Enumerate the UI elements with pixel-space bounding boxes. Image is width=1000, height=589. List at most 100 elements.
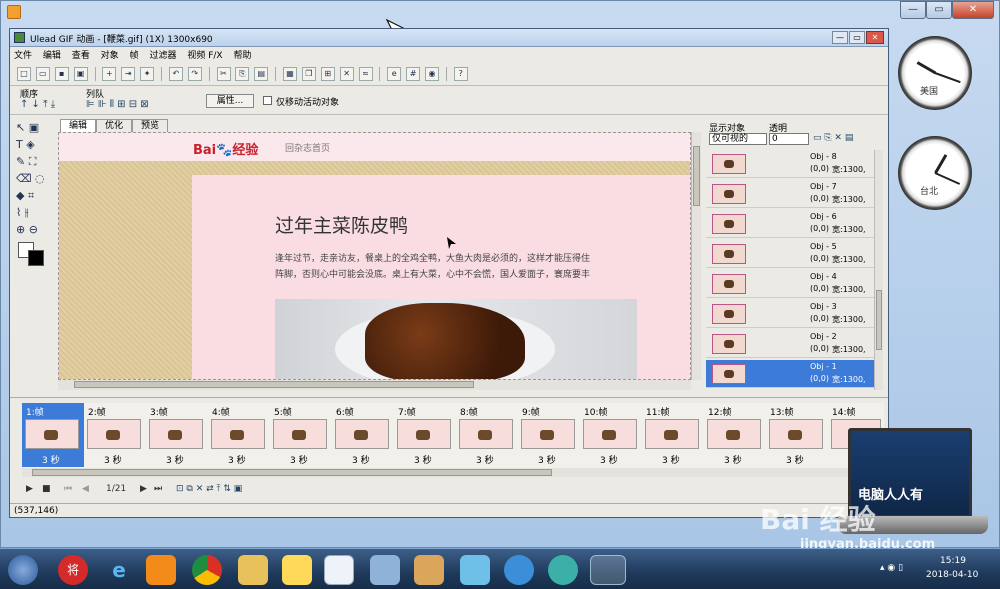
panel-buttons[interactable]: ▭ ⎘ ✕ ▤ [813, 133, 853, 143]
paste-icon[interactable]: ▤ [254, 67, 269, 81]
clock-gadget-usa[interactable]: 美国 [898, 36, 972, 110]
frame-item[interactable]: 13:帧 3 秒 [766, 403, 828, 467]
grid-icon[interactable]: # [406, 67, 421, 81]
object-row[interactable]: Obj - 3 (0,0) 宽:1300, [706, 300, 874, 328]
app-minimize-button[interactable]: — [832, 31, 848, 44]
pick-tool-icon[interactable]: ↖ ▣ [16, 119, 54, 136]
taskbar-app-red-icon[interactable]: 将 [58, 555, 88, 585]
restore-button[interactable]: ▭ [926, 1, 952, 19]
text-tool-icon[interactable]: T ◈ [16, 136, 54, 153]
cut-icon[interactable]: ✂ [216, 67, 231, 81]
frame-item[interactable]: 3:帧 3 秒 [146, 403, 208, 467]
tab-optimize[interactable]: 优化 [96, 119, 132, 133]
open-icon[interactable]: ▭ [35, 67, 50, 81]
zoom-tool-icon[interactable]: ⊕ ⊖ [16, 221, 54, 238]
only-move-checkbox[interactable] [263, 96, 272, 105]
notepad-icon[interactable] [324, 555, 354, 585]
chrome-icon[interactable] [192, 555, 222, 585]
frame-item[interactable]: 12:帧 3 秒 [704, 403, 766, 467]
browser-app-icon[interactable] [504, 555, 534, 585]
frame-item[interactable]: 10:帧 3 秒 [580, 403, 642, 467]
properties-button[interactable]: 属性... [206, 94, 254, 108]
insert-icon[interactable]: ⊞ [320, 67, 335, 81]
network-icon[interactable] [370, 555, 400, 585]
new-icon[interactable]: □ [17, 67, 31, 81]
frame-item[interactable]: 1:帧 3 秒 [22, 403, 84, 467]
close-button[interactable]: ✕ [952, 1, 994, 19]
frame-item[interactable]: 4:帧 3 秒 [208, 403, 270, 467]
eraser-tool-icon[interactable]: ⌫ ◌ [16, 170, 54, 187]
menu-object[interactable]: 对象 [97, 49, 123, 63]
menu-view[interactable]: 查看 [68, 49, 94, 63]
frame-item[interactable]: 2:帧 3 秒 [84, 403, 146, 467]
align-buttons[interactable]: ⊫ ⊪ ⫴ ⊞ ⊟ ⊠ [86, 99, 149, 110]
save-as-icon[interactable]: ▣ [73, 67, 88, 81]
object-row-selected[interactable]: Obj - 1 (0,0) 宽:1300, [706, 360, 874, 388]
menu-file[interactable]: 文件 [10, 49, 36, 63]
canvas-vscroll[interactable] [691, 132, 701, 380]
menu-help[interactable]: 帮助 [229, 49, 255, 63]
explorer-icon[interactable] [238, 555, 268, 585]
tween-icon[interactable]: ≈ [358, 67, 373, 81]
frame-item[interactable]: 7:帧 3 秒 [394, 403, 456, 467]
minimize-button[interactable]: — [900, 1, 926, 19]
help-pointer-icon[interactable]: ? [453, 67, 468, 81]
eyedropper-tool-icon[interactable]: ⌇ ⫲ [16, 204, 54, 221]
object-row[interactable]: Obj - 6 (0,0) 宽:1300, [706, 210, 874, 238]
color-swatches[interactable] [16, 238, 54, 268]
opacity-input[interactable]: 0 [769, 133, 809, 145]
fill-tool-icon[interactable]: ◆ ⌗ [16, 187, 54, 204]
object-row[interactable]: Obj - 4 (0,0) 宽:1300, [706, 270, 874, 298]
order-buttons[interactable]: ↑ ↓ ⤒ ⤓ [20, 99, 55, 110]
brush-tool-icon[interactable]: ✎ ⛶ [16, 153, 54, 170]
add-images-icon[interactable]: + [102, 67, 117, 81]
menu-frame[interactable]: 帧 [126, 49, 143, 63]
tab-preview[interactable]: 预览 [132, 119, 168, 133]
outer-app-icon[interactable] [7, 5, 21, 19]
menu-video-fx[interactable]: 视频 F/X [183, 49, 226, 63]
cloud-app-icon[interactable] [548, 555, 578, 585]
last-frame-icon[interactable]: ⏭ [154, 484, 162, 494]
home-link[interactable]: 回杂志首页 [285, 141, 330, 154]
object-row[interactable]: Obj - 8 (0,0) 宽:1300, [706, 150, 874, 178]
menu-edit[interactable]: 编辑 [39, 49, 65, 63]
tray-icons[interactable]: ▴ ◉ ▯ [880, 563, 903, 573]
canvas-hscroll[interactable] [58, 380, 691, 390]
export-icon[interactable]: ⇥ [121, 67, 136, 81]
prev-frame-icon[interactable]: ◀ [82, 484, 89, 494]
object-row[interactable]: Obj - 5 (0,0) 宽:1300, [706, 240, 874, 268]
save-icon[interactable]: ▪ [54, 67, 69, 81]
frame-item[interactable]: 9:帧 3 秒 [518, 403, 580, 467]
play-icon[interactable]: ▶ [26, 484, 33, 494]
folder-icon[interactable] [282, 555, 312, 585]
copy-icon[interactable]: ⎘ [235, 67, 250, 81]
app-close-button[interactable]: ✕ [866, 31, 884, 44]
media-player-icon[interactable] [146, 555, 176, 585]
redo-icon[interactable]: ↷ [187, 67, 202, 81]
stop-icon[interactable]: ■ [42, 484, 51, 494]
object-list-scrollbar[interactable] [874, 150, 883, 390]
object-row[interactable]: Obj - 7 (0,0) 宽:1300, [706, 180, 874, 208]
frame-tools[interactable]: ⊡ ⧉ ✕ ⇄ ⤒ ⇅ ▣ [176, 484, 242, 494]
duplicate-icon[interactable]: ❐ [301, 67, 316, 81]
delete-icon[interactable]: ✕ [339, 67, 354, 81]
frame-item[interactable]: 11:帧 3 秒 [642, 403, 704, 467]
pinwheel-app-icon[interactable] [460, 555, 490, 585]
clock-gadget-taipei[interactable]: 台北 [898, 136, 972, 210]
menu-filter[interactable]: 过滤器 [145, 49, 180, 63]
first-frame-icon[interactable]: ⏮ [64, 484, 72, 494]
start-button[interactable] [8, 555, 38, 585]
wizard-icon[interactable]: ✦ [140, 67, 155, 81]
ulead-taskbar-icon[interactable] [590, 555, 626, 585]
browser-preview-icon[interactable]: e [387, 67, 402, 81]
frame-item[interactable]: 6:帧 3 秒 [332, 403, 394, 467]
frame-hscroll[interactable] [22, 468, 884, 477]
next-frame-icon[interactable]: ▶ [140, 484, 147, 494]
ie-icon[interactable]: e [104, 555, 134, 585]
paint-icon[interactable] [414, 555, 444, 585]
object-row[interactable]: Obj - 2 (0,0) 宽:1300, [706, 330, 874, 358]
frame-props-icon[interactable]: ▦ [283, 67, 297, 81]
display-objects-select[interactable]: 仅可视的 [709, 133, 767, 145]
frame-item[interactable]: 5:帧 3 秒 [270, 403, 332, 467]
undo-icon[interactable]: ↶ [168, 67, 183, 81]
